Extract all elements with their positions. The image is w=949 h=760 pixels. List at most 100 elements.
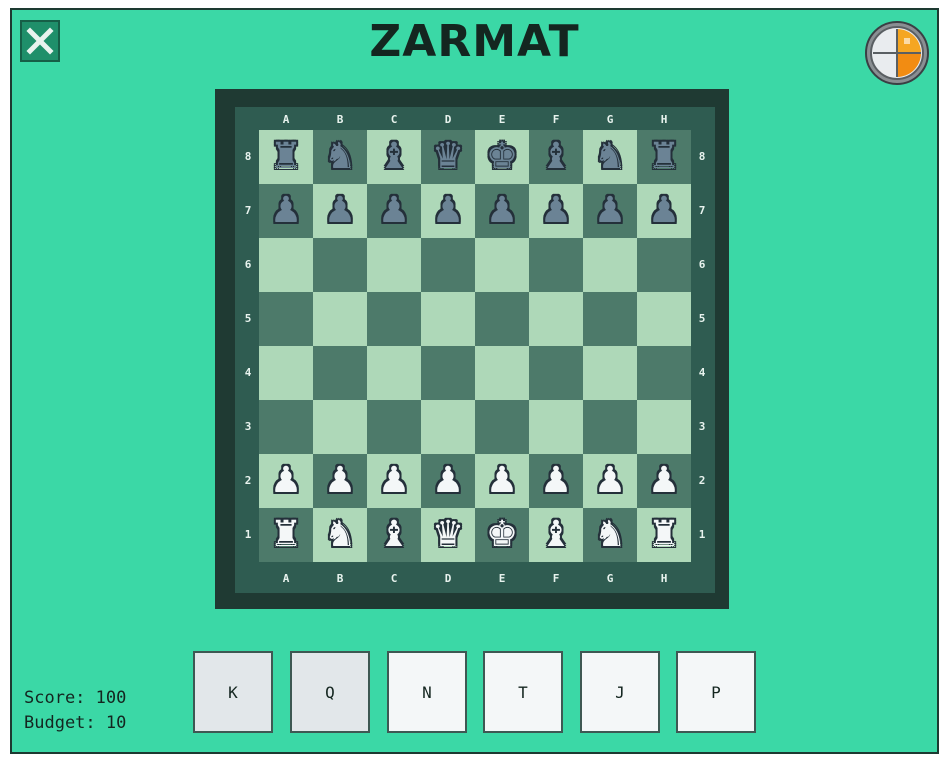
- square-f2[interactable]: ♟: [529, 454, 583, 508]
- square-d4[interactable]: [421, 346, 475, 400]
- black-bishop-icon[interactable]: ♝: [529, 130, 583, 184]
- square-d1[interactable]: ♛: [421, 508, 475, 562]
- square-e4[interactable]: [475, 346, 529, 400]
- black-pawn-icon[interactable]: ♟: [583, 184, 637, 238]
- square-h3[interactable]: [637, 400, 691, 454]
- square-e6[interactable]: [475, 238, 529, 292]
- square-g1[interactable]: ♞: [583, 508, 637, 562]
- black-knight-icon[interactable]: ♞: [583, 130, 637, 184]
- square-d2[interactable]: ♟: [421, 454, 475, 508]
- square-c5[interactable]: [367, 292, 421, 346]
- white-pawn-icon[interactable]: ♟: [529, 454, 583, 508]
- square-b7[interactable]: ♟: [313, 184, 367, 238]
- white-pawn-icon[interactable]: ♟: [637, 454, 691, 508]
- square-d7[interactable]: ♟: [421, 184, 475, 238]
- square-a1[interactable]: ♜: [259, 508, 313, 562]
- white-rook-icon[interactable]: ♜: [637, 508, 691, 562]
- white-pawn-icon[interactable]: ♟: [367, 454, 421, 508]
- white-knight-icon[interactable]: ♞: [313, 508, 367, 562]
- square-f8[interactable]: ♝: [529, 130, 583, 184]
- square-g6[interactable]: [583, 238, 637, 292]
- white-bishop-icon[interactable]: ♝: [529, 508, 583, 562]
- black-pawn-icon[interactable]: ♟: [367, 184, 421, 238]
- white-pawn-icon[interactable]: ♟: [313, 454, 367, 508]
- square-h1[interactable]: ♜: [637, 508, 691, 562]
- white-queen-icon[interactable]: ♛: [421, 508, 475, 562]
- square-b2[interactable]: ♟: [313, 454, 367, 508]
- square-e3[interactable]: [475, 400, 529, 454]
- black-pawn-icon[interactable]: ♟: [529, 184, 583, 238]
- square-b4[interactable]: [313, 346, 367, 400]
- square-g5[interactable]: [583, 292, 637, 346]
- square-b8[interactable]: ♞: [313, 130, 367, 184]
- square-h7[interactable]: ♟: [637, 184, 691, 238]
- square-a4[interactable]: [259, 346, 313, 400]
- square-e2[interactable]: ♟: [475, 454, 529, 508]
- square-f7[interactable]: ♟: [529, 184, 583, 238]
- square-a5[interactable]: [259, 292, 313, 346]
- black-pawn-icon[interactable]: ♟: [259, 184, 313, 238]
- square-h8[interactable]: ♜: [637, 130, 691, 184]
- square-c2[interactable]: ♟: [367, 454, 421, 508]
- avatar-button[interactable]: [864, 20, 930, 86]
- black-pawn-icon[interactable]: ♟: [313, 184, 367, 238]
- shop-button-j[interactable]: J: [580, 651, 660, 733]
- square-b6[interactable]: [313, 238, 367, 292]
- square-c7[interactable]: ♟: [367, 184, 421, 238]
- square-h6[interactable]: [637, 238, 691, 292]
- square-e1[interactable]: ♚: [475, 508, 529, 562]
- square-a7[interactable]: ♟: [259, 184, 313, 238]
- square-a2[interactable]: ♟: [259, 454, 313, 508]
- square-d8[interactable]: ♛: [421, 130, 475, 184]
- shop-button-t[interactable]: T: [483, 651, 563, 733]
- square-a3[interactable]: [259, 400, 313, 454]
- square-c3[interactable]: [367, 400, 421, 454]
- white-king-icon[interactable]: ♚: [475, 508, 529, 562]
- shop-button-q[interactable]: Q: [290, 651, 370, 733]
- white-pawn-icon[interactable]: ♟: [259, 454, 313, 508]
- black-pawn-icon[interactable]: ♟: [475, 184, 529, 238]
- black-knight-icon[interactable]: ♞: [313, 130, 367, 184]
- white-pawn-icon[interactable]: ♟: [475, 454, 529, 508]
- black-king-icon[interactable]: ♚: [475, 130, 529, 184]
- black-queen-icon[interactable]: ♛: [421, 130, 475, 184]
- square-c8[interactable]: ♝: [367, 130, 421, 184]
- shop-button-n[interactable]: N: [387, 651, 467, 733]
- black-rook-icon[interactable]: ♜: [259, 130, 313, 184]
- square-f3[interactable]: [529, 400, 583, 454]
- square-f6[interactable]: [529, 238, 583, 292]
- square-e8[interactable]: ♚: [475, 130, 529, 184]
- white-pawn-icon[interactable]: ♟: [583, 454, 637, 508]
- square-g8[interactable]: ♞: [583, 130, 637, 184]
- black-bishop-icon[interactable]: ♝: [367, 130, 421, 184]
- square-g4[interactable]: [583, 346, 637, 400]
- square-g7[interactable]: ♟: [583, 184, 637, 238]
- square-h5[interactable]: [637, 292, 691, 346]
- square-e7[interactable]: ♟: [475, 184, 529, 238]
- square-a8[interactable]: ♜: [259, 130, 313, 184]
- square-b5[interactable]: [313, 292, 367, 346]
- square-g3[interactable]: [583, 400, 637, 454]
- shop-button-p[interactable]: P: [676, 651, 756, 733]
- square-g2[interactable]: ♟: [583, 454, 637, 508]
- square-c4[interactable]: [367, 346, 421, 400]
- square-f5[interactable]: [529, 292, 583, 346]
- square-a6[interactable]: [259, 238, 313, 292]
- square-h4[interactable]: [637, 346, 691, 400]
- square-f1[interactable]: ♝: [529, 508, 583, 562]
- white-knight-icon[interactable]: ♞: [583, 508, 637, 562]
- black-pawn-icon[interactable]: ♟: [637, 184, 691, 238]
- white-rook-icon[interactable]: ♜: [259, 508, 313, 562]
- square-h2[interactable]: ♟: [637, 454, 691, 508]
- square-d6[interactable]: [421, 238, 475, 292]
- square-c6[interactable]: [367, 238, 421, 292]
- square-e5[interactable]: [475, 292, 529, 346]
- square-c1[interactable]: ♝: [367, 508, 421, 562]
- square-d3[interactable]: [421, 400, 475, 454]
- white-bishop-icon[interactable]: ♝: [367, 508, 421, 562]
- shop-button-k[interactable]: K: [193, 651, 273, 733]
- black-pawn-icon[interactable]: ♟: [421, 184, 475, 238]
- black-rook-icon[interactable]: ♜: [637, 130, 691, 184]
- white-pawn-icon[interactable]: ♟: [421, 454, 475, 508]
- square-b3[interactable]: [313, 400, 367, 454]
